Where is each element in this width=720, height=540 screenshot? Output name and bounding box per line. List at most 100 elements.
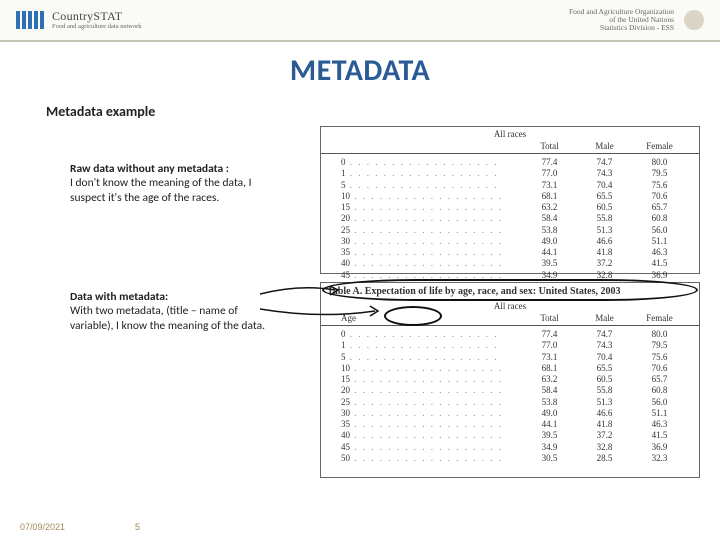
table-row: 30 . . . . . . . . . . . . . . . . . . 4… — [341, 236, 687, 247]
cell-total: 49.0 — [522, 408, 577, 419]
block-raw-body: I don't know the meaning of the data, I … — [70, 176, 270, 205]
cell-female: 70.6 — [632, 191, 687, 202]
cell-male: 32.8 — [577, 270, 632, 281]
cell-male: 55.8 — [577, 213, 632, 224]
table-row: 20 . . . . . . . . . . . . . . . . . . 5… — [341, 385, 687, 396]
table2-body: 0 . . . . . . . . . . . . . . . . . . 77… — [321, 326, 699, 467]
cell-age: 45 . . . . . . . . . . . . . . . . . . — [341, 270, 522, 281]
org-text: Food and Agriculture Organization of the… — [569, 8, 674, 33]
table-row: 1 . . . . . . . . . . . . . . . . . . 77… — [341, 168, 687, 179]
cell-age: 35 . . . . . . . . . . . . . . . . . . — [341, 247, 522, 258]
cell-age: 30 . . . . . . . . . . . . . . . . . . — [341, 408, 522, 419]
table-row: 25 . . . . . . . . . . . . . . . . . . 5… — [341, 397, 687, 408]
cell-total: 49.0 — [522, 236, 577, 247]
table-row: 20 . . . . . . . . . . . . . . . . . . 5… — [341, 213, 687, 224]
cell-age: 0 . . . . . . . . . . . . . . . . . . — [341, 329, 522, 340]
col-total: Total — [522, 141, 577, 151]
block-with-metadata: Data with metadata: With two metadata, (… — [70, 290, 270, 333]
cell-male: 51.3 — [577, 397, 632, 408]
cell-total: 39.5 — [522, 258, 577, 269]
cell-male: 70.4 — [577, 352, 632, 363]
footer-date: 07/09/2021 — [20, 522, 65, 532]
block-meta-heading: Data with metadata: — [70, 290, 270, 304]
cell-male: 60.5 — [577, 374, 632, 385]
cell-male: 60.5 — [577, 202, 632, 213]
cell-female: 65.7 — [632, 374, 687, 385]
table-row: 15 . . . . . . . . . . . . . . . . . . 6… — [341, 374, 687, 385]
cell-female: 36.9 — [632, 442, 687, 453]
fao-logo-icon — [684, 10, 704, 30]
cell-age: 40 . . . . . . . . . . . . . . . . . . — [341, 430, 522, 441]
cell-male: 65.5 — [577, 191, 632, 202]
cell-age: 35 . . . . . . . . . . . . . . . . . . — [341, 419, 522, 430]
block-meta-body: With two metadata, (title – name of vari… — [70, 304, 270, 333]
table-row: 35 . . . . . . . . . . . . . . . . . . 4… — [341, 419, 687, 430]
table1-body: 0 . . . . . . . . . . . . . . . . . . 77… — [321, 154, 699, 295]
cell-male: 74.3 — [577, 340, 632, 351]
cell-female: 70.6 — [632, 363, 687, 374]
cell-age: 10 . . . . . . . . . . . . . . . . . . — [341, 363, 522, 374]
cell-female: 80.0 — [632, 157, 687, 168]
cell-male: 37.2 — [577, 258, 632, 269]
cell-age: 20 . . . . . . . . . . . . . . . . . . — [341, 213, 522, 224]
cell-total: 63.2 — [522, 374, 577, 385]
table-row: 50 . . . . . . . . . . . . . . . . . . 3… — [341, 453, 687, 464]
cell-total: 44.1 — [522, 247, 577, 258]
cell-male: 74.7 — [577, 329, 632, 340]
cell-male: 74.3 — [577, 168, 632, 179]
cell-female: 65.7 — [632, 202, 687, 213]
cell-female: 41.5 — [632, 258, 687, 269]
cell-age: 25 . . . . . . . . . . . . . . . . . . — [341, 225, 522, 236]
cell-age: 10 . . . . . . . . . . . . . . . . . . — [341, 191, 522, 202]
cell-female: 56.0 — [632, 225, 687, 236]
cell-female: 79.5 — [632, 168, 687, 179]
table-row: 15 . . . . . . . . . . . . . . . . . . 6… — [341, 202, 687, 213]
cell-total: 53.8 — [522, 225, 577, 236]
cell-total: 73.1 — [522, 180, 577, 191]
cell-female: 75.6 — [632, 180, 687, 191]
cell-male: 46.6 — [577, 236, 632, 247]
cell-female: 51.1 — [632, 408, 687, 419]
footer-page: 5 — [135, 522, 140, 532]
cell-female: 79.5 — [632, 340, 687, 351]
col-male: Male — [577, 313, 632, 323]
cell-total: 39.5 — [522, 430, 577, 441]
block-raw-heading: Raw data without any metadata : — [70, 162, 270, 176]
cell-age: 30 . . . . . . . . . . . . . . . . . . — [341, 236, 522, 247]
col-total: Total — [522, 313, 577, 323]
cell-age: 45 . . . . . . . . . . . . . . . . . . — [341, 442, 522, 453]
table-row: 45 . . . . . . . . . . . . . . . . . . 3… — [341, 442, 687, 453]
table-row: 0 . . . . . . . . . . . . . . . . . . 77… — [341, 329, 687, 340]
cell-total: 44.1 — [522, 419, 577, 430]
cell-total: 77.0 — [522, 340, 577, 351]
cell-age: 5 . . . . . . . . . . . . . . . . . . — [341, 352, 522, 363]
page-subtitle: Metadata example — [46, 103, 720, 120]
brand: CountrySTAT Food and agriculture data ne… — [16, 10, 142, 31]
cell-male: 70.4 — [577, 180, 632, 191]
cell-female: 80.0 — [632, 329, 687, 340]
table1-header: Total Male Female — [321, 141, 699, 154]
col-female: Female — [632, 141, 687, 151]
slide-header: CountrySTAT Food and agriculture data ne… — [0, 0, 720, 42]
table-row: 1 . . . . . . . . . . . . . . . . . . 77… — [341, 340, 687, 351]
cell-female: 41.5 — [632, 430, 687, 441]
table-row: 5 . . . . . . . . . . . . . . . . . . 73… — [341, 352, 687, 363]
brand-subtitle: Food and agriculture data network — [52, 24, 142, 31]
table-row: 35 . . . . . . . . . . . . . . . . . . 4… — [341, 247, 687, 258]
cell-female: 46.3 — [632, 247, 687, 258]
cell-total: 63.2 — [522, 202, 577, 213]
cell-total: 77.4 — [522, 157, 577, 168]
table2-title: Table A. Expectation of life by age, rac… — [321, 283, 699, 299]
cell-age: 0 . . . . . . . . . . . . . . . . . . — [341, 157, 522, 168]
cell-age: 40 . . . . . . . . . . . . . . . . . . — [341, 258, 522, 269]
table-row: 0 . . . . . . . . . . . . . . . . . . 77… — [341, 157, 687, 168]
cell-total: 73.1 — [522, 352, 577, 363]
cell-male: 51.3 — [577, 225, 632, 236]
cell-total: 68.1 — [522, 363, 577, 374]
table-row: 10 . . . . . . . . . . . . . . . . . . 6… — [341, 191, 687, 202]
cell-male: 28.5 — [577, 453, 632, 464]
block-raw-data: Raw data without any metadata : I don't … — [70, 162, 270, 205]
cell-total: 68.1 — [522, 191, 577, 202]
cell-female: 36.9 — [632, 270, 687, 281]
table-no-metadata: All races Total Male Female 0 . . . . . … — [320, 126, 700, 274]
